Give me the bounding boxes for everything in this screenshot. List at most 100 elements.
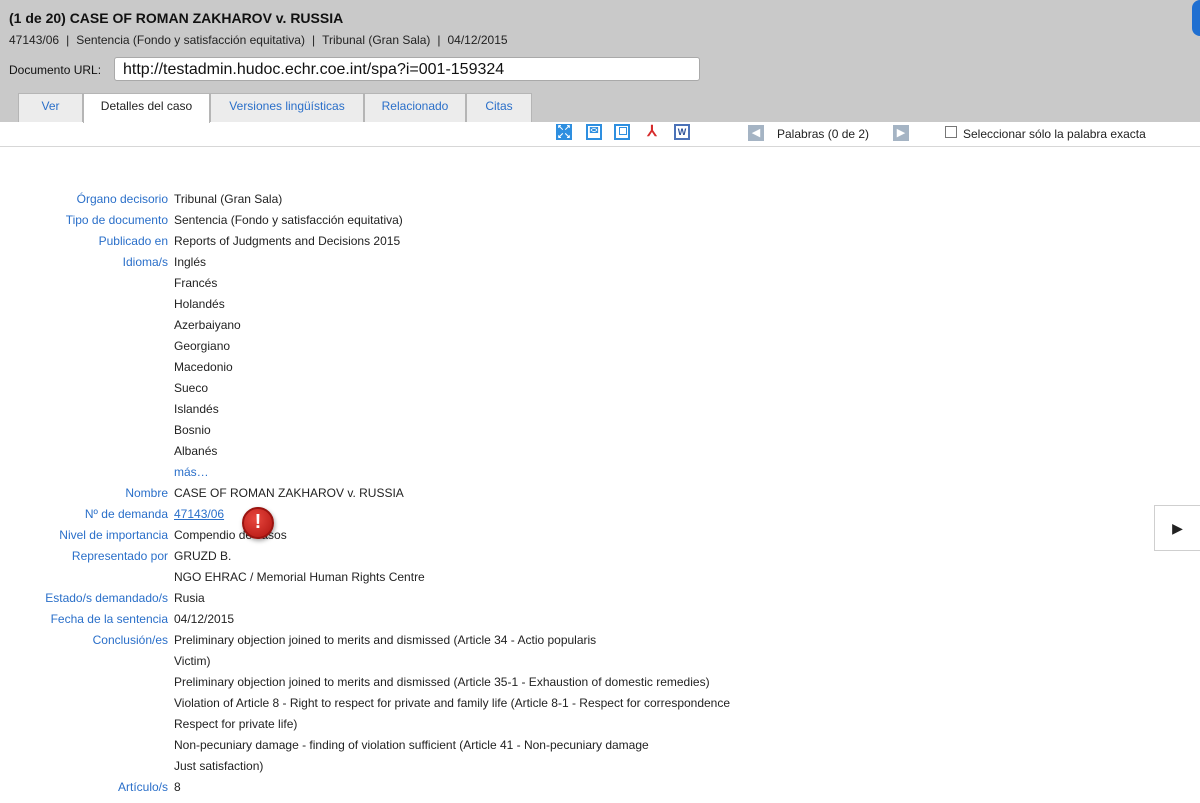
exact-word-label[interactable]: Seleccionar sólo la palabra exacta xyxy=(963,127,1146,141)
detail-value: Islandés xyxy=(174,402,219,416)
detail-value: Reports of Judgments and Decisions 2015 xyxy=(174,234,401,248)
detail-row: NGO EHRAC / Memorial Human Rights Centre xyxy=(0,566,900,587)
detail-row: Sueco xyxy=(0,377,900,398)
detail-value: Non-pecuniary damage - finding of violat… xyxy=(174,738,649,752)
detail-row: Albanés xyxy=(0,440,900,461)
previous-word-button[interactable]: ◀ xyxy=(748,125,764,141)
exact-word-checkbox[interactable] xyxy=(945,126,957,138)
document-header: (1 de 20) CASE OF ROMAN ZAKHAROV v. RUSS… xyxy=(0,0,1200,123)
document-meta: 47143/06 | Sentencia (Fondo y satisfacción… xyxy=(9,33,508,47)
detail-label: Tipo de documento xyxy=(65,213,168,227)
detail-label: Publicado en xyxy=(98,234,168,248)
detail-value: 8 xyxy=(174,780,181,794)
detail-value: Tribunal (Gran Sala) xyxy=(174,192,283,206)
meta-document-type: Sentencia (Fondo y satisfacción equitati… xyxy=(76,33,305,47)
document-url-field[interactable]: http://testadmin.hudoc.echr.coe.int/spa?… xyxy=(114,57,700,81)
detail-row: Fecha de la sentencia 04/12/2015 xyxy=(0,608,900,629)
word-icon[interactable]: W xyxy=(674,124,690,140)
detail-row: Victim) xyxy=(0,650,900,671)
detail-value: Bosnio xyxy=(174,423,211,437)
print-icon[interactable] xyxy=(614,124,630,140)
detail-value: CASE OF ROMAN ZAKHAROV v. RUSSIA xyxy=(174,486,404,500)
meta-date: 04/12/2015 xyxy=(447,33,508,47)
detail-value: Azerbaiyano xyxy=(174,318,241,332)
case-details: Órgano decisorio Tribunal (Gran Sala) Tip… xyxy=(0,188,900,797)
toolbar-divider xyxy=(0,146,1200,147)
detail-value: Violation of Article 8 - Right to respec… xyxy=(174,696,731,710)
words-counter: Palabras (0 de 2) xyxy=(777,127,870,141)
detail-label: Estado/s demandado/s xyxy=(45,591,168,605)
application-number-link[interactable]: 47143/06 xyxy=(174,507,224,521)
detail-row: Conclusión/es Preliminary objection joine… xyxy=(0,629,900,650)
meta-application-number: 47143/06 xyxy=(9,33,60,47)
detail-row: más… xyxy=(0,461,900,482)
next-word-button[interactable]: ▶ xyxy=(893,125,909,141)
detail-value: Preliminary objection joined to merits a… xyxy=(174,633,597,647)
detail-row: Nombre CASE OF ROMAN ZAKHAROV v. RUSSIA xyxy=(0,482,900,503)
document-title: (1 de 20) CASE OF ROMAN ZAKHAROV v. RUSS… xyxy=(9,10,344,26)
more-languages-link[interactable]: más… xyxy=(174,465,209,479)
meta-separator: | xyxy=(311,33,316,47)
detail-row: Georgiano xyxy=(0,335,900,356)
pdf-icon[interactable]: ⅄ xyxy=(644,124,660,140)
detail-label: Órgano decisorio xyxy=(76,192,168,206)
detail-row: Órgano decisorio Tribunal (Gran Sala) xyxy=(0,188,900,209)
detail-value: Albanés xyxy=(174,444,218,458)
meta-court: Tribunal (Gran Sala) xyxy=(322,33,431,47)
tab-relacionado[interactable]: Relacionado xyxy=(364,93,466,122)
detail-row: Islandés xyxy=(0,398,900,419)
detail-row: Holandés xyxy=(0,293,900,314)
detail-row: Idioma/s Inglés xyxy=(0,251,900,272)
tab-ver[interactable]: Ver xyxy=(18,93,83,122)
detail-value: Inglés xyxy=(174,255,207,269)
detail-value: GRUZD B. xyxy=(174,549,232,563)
detail-value: Respect for private life) xyxy=(174,717,298,731)
detail-row: Publicado en Reports of Judgments and Dec… xyxy=(0,230,900,251)
document-toolbar: ↖↗ ↙↘ ✉ ⅄ W ◀ Palabras (0 de 2) ▶ Selecci… xyxy=(0,122,1200,146)
expand-icon[interactable]: ↖↗ ↙↘ xyxy=(556,124,572,140)
email-icon[interactable]: ✉ xyxy=(586,124,602,140)
detail-row: Francés xyxy=(0,272,900,293)
detail-row: Non-pecuniary damage - finding of violat… xyxy=(0,734,900,755)
detail-value: Rusia xyxy=(174,591,205,605)
detail-label: Nº de demanda xyxy=(84,507,168,521)
detail-row: Estado/s demandado/s Rusia xyxy=(0,587,900,608)
detail-label: Representado por xyxy=(71,549,168,563)
detail-label: Nombre xyxy=(125,486,168,500)
detail-value: Holandés xyxy=(174,297,225,311)
detail-row: Nº de demanda 47143/06 xyxy=(0,503,900,524)
detail-value: Georgiano xyxy=(174,339,231,353)
meta-separator: | xyxy=(66,33,70,47)
detail-value: NGO EHRAC / Memorial Human Rights Centre xyxy=(174,570,425,584)
detail-row: Representado por GRUZD B. xyxy=(0,545,900,566)
detail-label: Fecha de la sentencia xyxy=(50,612,168,626)
detail-value: Sentencia (Fondo y satisfacción equitati… xyxy=(174,213,403,227)
alert-badge-icon[interactable]: ! xyxy=(242,507,274,539)
detail-row: Respect for private life) xyxy=(0,713,900,734)
detail-label: Conclusión/es xyxy=(92,633,168,647)
next-document-button[interactable]: ▶ xyxy=(1154,505,1200,551)
detail-row: Violation of Article 8 - Right to respec… xyxy=(0,692,900,713)
detail-row: Artículo/s 8 xyxy=(0,776,900,797)
detail-label: Idioma/s xyxy=(122,255,168,269)
detail-row: Tipo de documento Sentencia (Fondo y sati… xyxy=(0,209,900,230)
corner-tab[interactable] xyxy=(1192,0,1200,36)
detail-row: Just satisfaction) xyxy=(0,755,900,776)
detail-value: Just satisfaction) xyxy=(174,759,264,773)
detail-value: Macedonio xyxy=(174,360,233,374)
detail-label: Artículo/s xyxy=(117,780,168,794)
tab-versiones-linguisticas[interactable]: Versiones lingüísticas xyxy=(210,93,364,122)
detail-value: 04/12/2015 xyxy=(174,612,235,626)
detail-row: Azerbaiyano xyxy=(0,314,900,335)
detail-value: Victim) xyxy=(174,654,211,668)
detail-value: Sueco xyxy=(174,381,209,395)
detail-row: Bosnio xyxy=(0,419,900,440)
tab-detalles-del-caso[interactable]: Detalles del caso xyxy=(83,93,210,123)
detail-value: Francés xyxy=(174,276,218,290)
detail-row: Nivel de importancia Compendio de casos xyxy=(0,524,900,545)
detail-row: Macedonio xyxy=(0,356,900,377)
detail-row: Preliminary objection joined to merits a… xyxy=(0,671,900,692)
tab-citas[interactable]: Citas xyxy=(466,93,532,122)
meta-separator: | xyxy=(437,33,441,47)
document-url-label: Documento URL: xyxy=(9,63,102,77)
